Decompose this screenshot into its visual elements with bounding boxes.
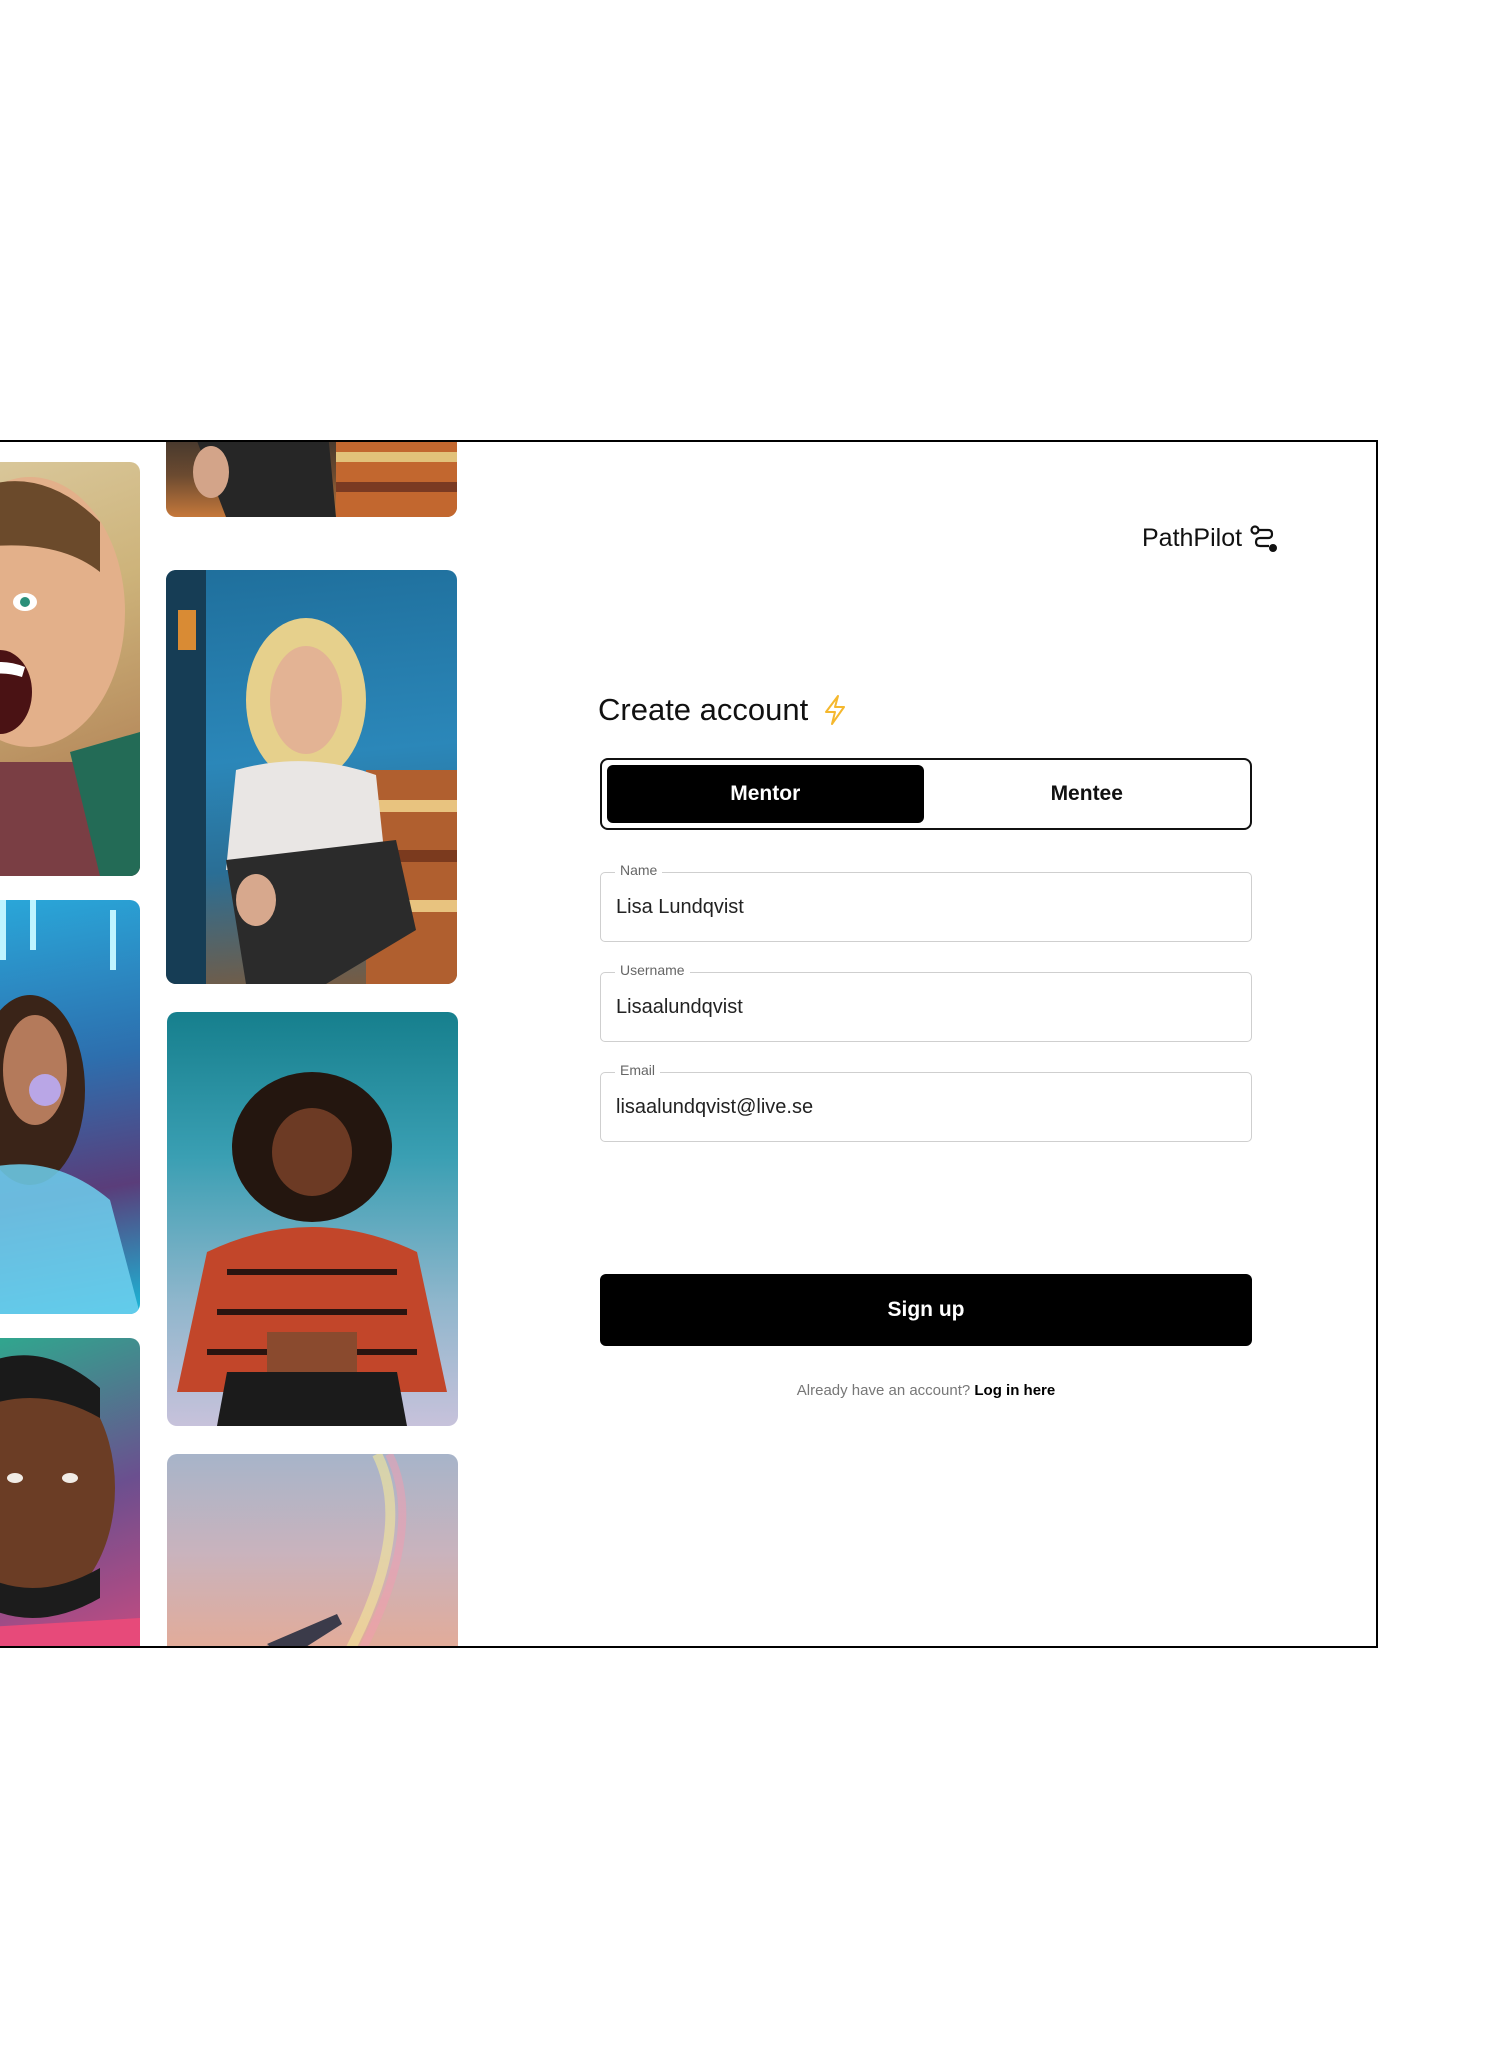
email-field: Email [600, 1062, 1252, 1142]
login-prompt-text: Already have an account? [796, 1382, 971, 1399]
username-input[interactable] [614, 973, 1238, 1041]
page-title: Create account [598, 692, 809, 727]
login-link[interactable]: Log in here [974, 1382, 1055, 1399]
excited-man-photo [0, 462, 140, 876]
sign-up-button[interactable]: Sign up [600, 1274, 1252, 1346]
route-icon [1250, 524, 1278, 552]
name-field: Name [600, 862, 1252, 942]
login-prompt-line: Already have an account? Log in here [600, 1382, 1252, 1399]
username-field: Username [600, 962, 1252, 1042]
brand-name: PathPilot [1142, 524, 1243, 552]
woman-sofa-cropped-photo [166, 442, 457, 517]
brand-logo[interactable]: PathPilot [1142, 524, 1278, 553]
app-window: PathPilot Create account Mentor Mentee N… [0, 440, 1378, 1648]
man-portrait-photo [0, 1338, 140, 1646]
email-input[interactable] [614, 1073, 1238, 1141]
role-toggle: Mentor Mentee [600, 758, 1252, 830]
woman-red-sweater-photo [167, 1012, 458, 1426]
name-input[interactable] [614, 873, 1238, 941]
mentor-option[interactable]: Mentor [607, 765, 924, 823]
woman-sofa-photo [166, 570, 457, 984]
woman-bubblegum-photo [0, 900, 140, 1314]
rainbow-sky-photo [167, 1454, 458, 1646]
form-header: Create account [598, 692, 848, 728]
mentee-option[interactable]: Mentee [928, 765, 1245, 823]
lightning-bolt-icon [825, 695, 846, 725]
